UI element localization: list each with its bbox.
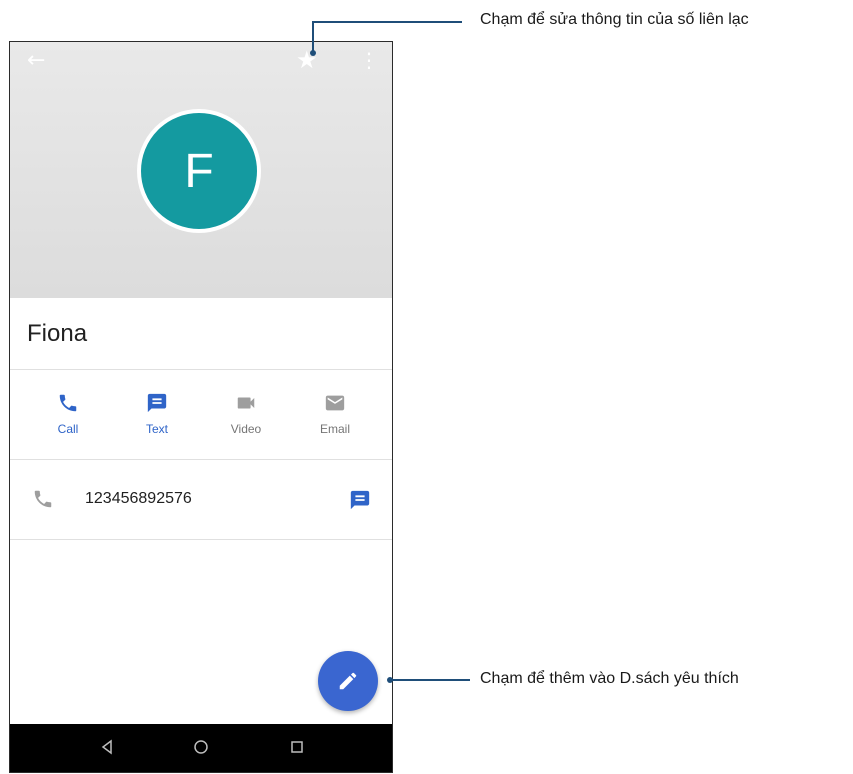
callout-top-text: Chạm để sửa thông tin của số liên lạc (480, 11, 749, 28)
phone-icon (59, 394, 77, 412)
arrow-left-icon[interactable]: ← (27, 50, 45, 72)
recents-square-icon[interactable] (288, 738, 306, 756)
call-label: Call (57, 422, 79, 436)
videocam-icon (237, 397, 255, 409)
video-label: Video (230, 422, 262, 436)
callout-line (312, 21, 462, 23)
callout-line (390, 679, 470, 681)
message-icon[interactable] (349, 489, 371, 511)
video-button[interactable]: Video (216, 392, 276, 436)
divider (10, 459, 392, 460)
home-circle-icon[interactable] (192, 738, 210, 756)
contact-header: ← ★ ⋮ F (10, 42, 392, 298)
edit-fab-button[interactable] (318, 651, 378, 711)
phone-icon (34, 490, 52, 508)
phone-screen: ← ★ ⋮ F Fiona Call Text Video Email 1234… (9, 41, 393, 773)
callout-bottom-text: Chạm để thêm vào D.sách yêu thích (480, 670, 739, 687)
navigation-bar (10, 724, 392, 772)
avatar: F (137, 109, 261, 233)
callout-line (312, 21, 314, 52)
text-button[interactable]: Text (127, 392, 187, 436)
contact-name: Fiona (27, 320, 88, 347)
back-triangle-icon[interactable] (98, 738, 116, 756)
call-button[interactable]: Call (38, 392, 98, 436)
pencil-icon (339, 672, 357, 690)
phone-number: 123456892576 (85, 490, 192, 507)
envelope-icon (325, 395, 345, 411)
email-button[interactable]: Email (305, 392, 365, 436)
divider (10, 369, 392, 370)
avatar-initial: F (184, 144, 214, 198)
email-label: Email (319, 422, 350, 436)
more-vertical-icon[interactable]: ⋮ (359, 50, 379, 70)
message-icon (147, 393, 167, 413)
text-label: Text (145, 422, 168, 436)
divider (10, 539, 392, 540)
